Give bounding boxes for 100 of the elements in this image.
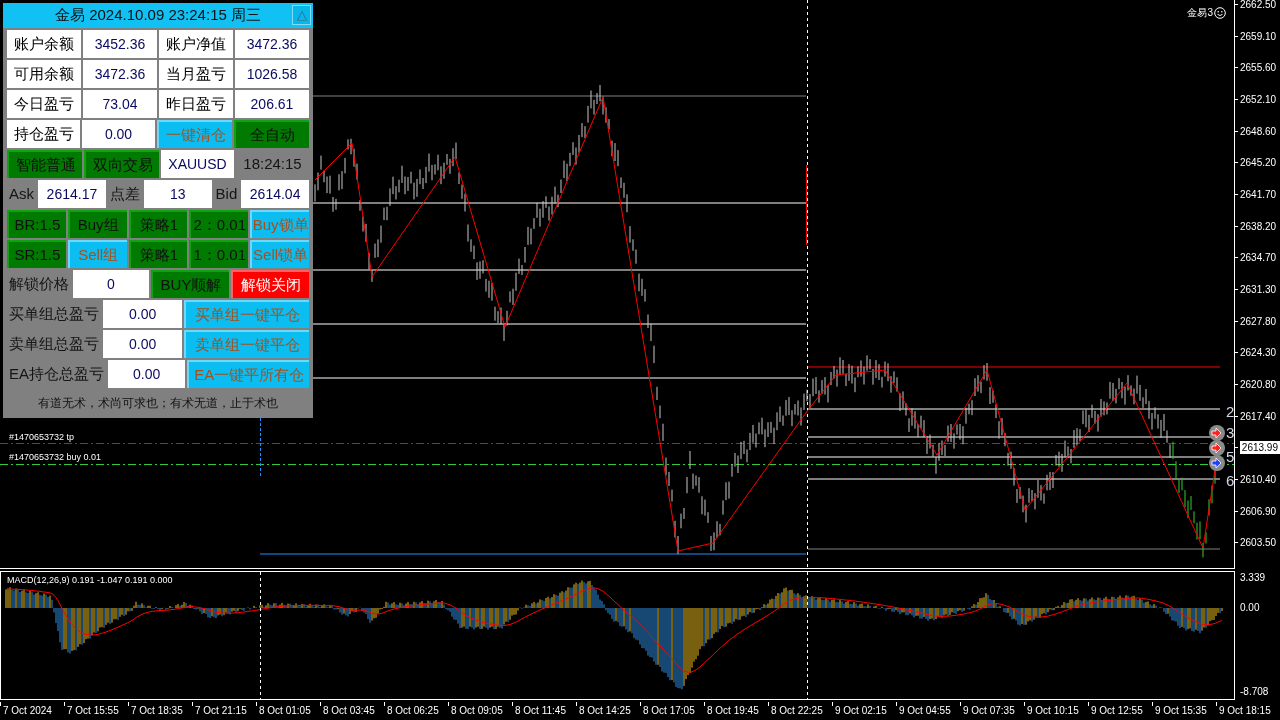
- time-label: 7 Oct 2024: [3, 704, 52, 718]
- value-field: 3452.36: [83, 30, 157, 58]
- time-label: 8 Oct 01:05: [259, 704, 311, 718]
- panel-button[interactable]: BUY顺解: [151, 270, 229, 298]
- macd-axis-label: -8.708: [1240, 686, 1270, 697]
- field-label: 解锁价格: [8, 273, 70, 294]
- value-field: 0.00: [82, 120, 155, 148]
- price-label: 2610.40: [1240, 474, 1277, 486]
- time-label: 8 Oct 11:45: [515, 704, 566, 718]
- panel-button[interactable]: 全自动: [234, 120, 309, 148]
- value-field: 0.00: [103, 300, 183, 328]
- value-field: 0.00: [108, 360, 186, 388]
- macd-axis-label: 3.339: [1240, 572, 1267, 583]
- time-label: 8 Oct 03:45: [323, 704, 375, 718]
- panel-button[interactable]: 一键清仓: [157, 120, 232, 148]
- field-label: 卖单组总盈亏: [8, 333, 100, 354]
- price-label: 2652.10: [1240, 94, 1277, 105]
- time-label: 9 Oct 07:35: [963, 704, 1015, 718]
- level-number-label: 6: [1226, 473, 1235, 489]
- panel-title: 金易 2024.10.09 23:24:15 周三: [55, 5, 261, 26]
- price-label: 2606.90: [1240, 505, 1277, 517]
- level-number-label: 3: [1226, 425, 1235, 441]
- field-label: Ask: [8, 183, 35, 204]
- price-label: 2603.50: [1240, 537, 1277, 549]
- time-label: 7 Oct 18:35: [131, 704, 183, 718]
- time-label: 9 Oct 18:15: [1219, 704, 1271, 718]
- time-label: 9 Oct 15:35: [1155, 704, 1207, 718]
- level-number-label: 5: [1226, 449, 1235, 465]
- panel-button[interactable]: Buy锁单: [250, 210, 309, 238]
- panel-button[interactable]: 策略1: [128, 240, 188, 268]
- price-label: 2624.30: [1240, 347, 1277, 359]
- price-label: 2631.30: [1240, 284, 1277, 296]
- order-label: #1470653732 tp: [9, 432, 75, 442]
- field-label: 18:24:15: [242, 153, 303, 174]
- value-field: 2614.17: [38, 180, 106, 208]
- time-label: 9 Oct 10:15: [1027, 704, 1079, 718]
- collapse-button[interactable]: △: [292, 5, 311, 25]
- panel-button[interactable]: 智能普通: [7, 150, 82, 178]
- panel-button[interactable]: 解锁关闭: [231, 270, 309, 298]
- panel-button[interactable]: BR:1.5: [7, 210, 66, 238]
- price-label: 2655.60: [1240, 62, 1277, 74]
- order-label: #1470653732 buy 0.01: [9, 452, 102, 462]
- order-marker-icon: [1209, 440, 1225, 456]
- field-label: 账户净值: [159, 30, 233, 58]
- level-number-label: 2: [1226, 404, 1235, 420]
- time-label: 9 Oct 02:15: [835, 704, 887, 718]
- field-label: 持仓盈亏: [7, 120, 80, 148]
- time-label: 8 Oct 09:05: [451, 704, 503, 718]
- current-price-label: 2613.99: [1239, 441, 1280, 455]
- panel-button[interactable]: 2：0.01: [189, 210, 249, 238]
- field-label: Bid: [214, 183, 239, 204]
- value-field: 3472.36: [235, 30, 309, 58]
- panel-button[interactable]: 1：0.01: [189, 240, 249, 268]
- panel-button[interactable]: Sell组: [67, 240, 127, 268]
- panel-button[interactable]: Buy组: [67, 210, 127, 238]
- value-field: 0: [73, 270, 149, 298]
- order-marker-icon: [1209, 425, 1225, 441]
- macd-axis-label: 0.00: [1240, 602, 1261, 613]
- price-label: 2617.40: [1240, 410, 1277, 422]
- value-field: 73.04: [83, 90, 157, 118]
- field-label: 买单组总盈亏: [8, 303, 100, 324]
- value-field: 2614.04: [241, 180, 309, 208]
- field-label: EA持仓总盈亏: [8, 363, 105, 384]
- time-label: 7 Oct 15:55: [67, 704, 119, 718]
- panel-button[interactable]: 双向交易: [84, 150, 159, 178]
- time-label: 8 Oct 19:45: [707, 704, 759, 718]
- value-field: 206.61: [235, 90, 309, 118]
- ea-status-text: 金易3: [1187, 6, 1213, 20]
- price-label: 2620.80: [1240, 379, 1277, 391]
- field-label: 账户余额: [7, 30, 81, 58]
- value-field: 1026.58: [235, 60, 309, 88]
- panel-button[interactable]: SR:1.5: [7, 240, 66, 268]
- field-label: 点差: [108, 183, 141, 204]
- price-label: 2648.60: [1240, 125, 1277, 137]
- price-label: 2638.20: [1240, 220, 1277, 232]
- price-label: 2627.80: [1240, 315, 1277, 327]
- panel-button[interactable]: Sell锁单: [250, 240, 309, 268]
- price-label: 2645.20: [1240, 157, 1277, 169]
- motto-text: 有道无术，术尚可求也；有术无道，止于术也: [37, 395, 279, 412]
- time-label: 9 Oct 04:55: [899, 704, 951, 718]
- smiley-icon: [1214, 6, 1226, 19]
- price-label: 2659.10: [1240, 30, 1277, 42]
- field-label: 昨日盈亏: [159, 90, 233, 118]
- panel-button[interactable]: 买单组一键平仓: [184, 300, 309, 328]
- value-field: 13: [143, 180, 212, 208]
- order-marker-icon: [1209, 455, 1225, 471]
- value-field: 3472.36: [83, 60, 157, 88]
- field-label: 当月盈亏: [159, 60, 233, 88]
- order-time-line: [260, 417, 261, 477]
- indicator-legend: MACD(12,26,9) 0.191 -1.047 0.191 0.000: [7, 574, 173, 588]
- time-label: 8 Oct 22:25: [771, 704, 823, 718]
- time-label: 8 Oct 06:25: [387, 704, 439, 718]
- time-label: 8 Oct 14:25: [579, 704, 631, 718]
- panel-button[interactable]: 卖单组一键平仓: [184, 330, 309, 358]
- field-label: 今日盈亏: [7, 90, 81, 118]
- panel-button[interactable]: 策略1: [128, 210, 188, 238]
- value-field: XAUUSD: [161, 150, 234, 178]
- field-label: 可用余额: [7, 60, 81, 88]
- panel-button[interactable]: EA一键平所有仓: [187, 360, 309, 388]
- time-label: 7 Oct 21:15: [195, 704, 247, 718]
